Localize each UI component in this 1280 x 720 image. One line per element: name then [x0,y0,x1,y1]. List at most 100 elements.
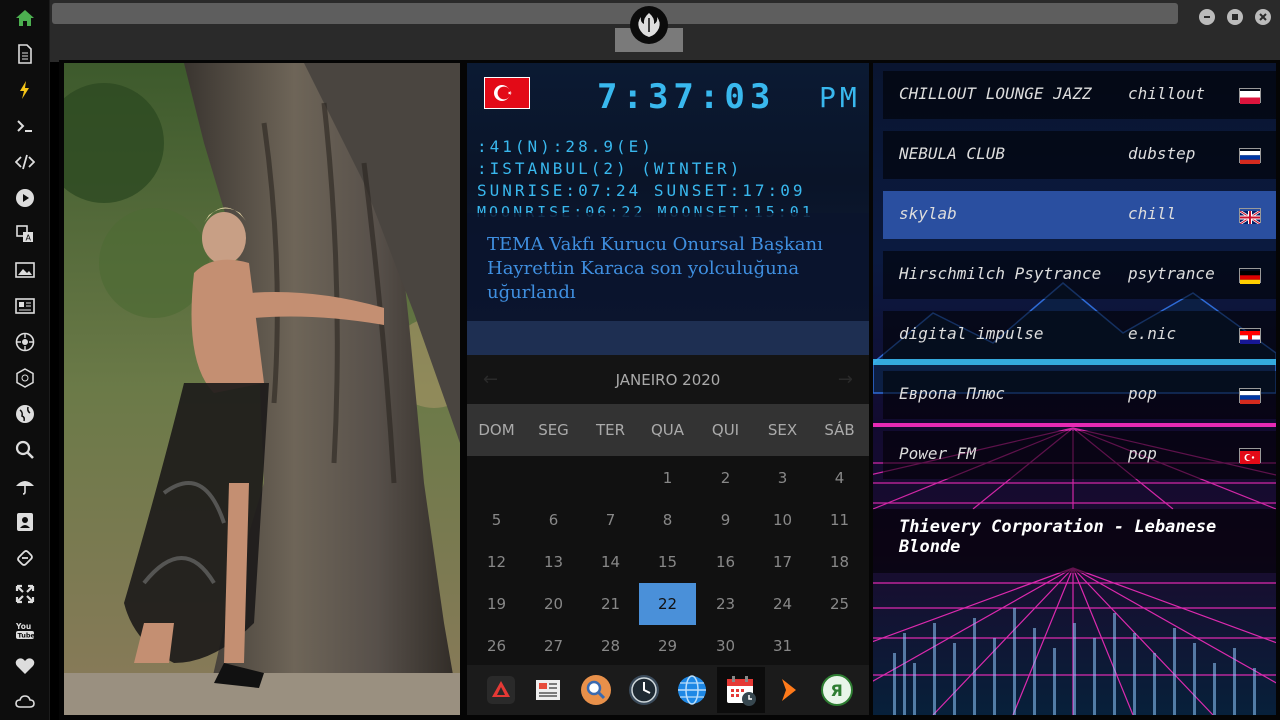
calendar-day[interactable]: 6 [525,499,582,541]
calendar-day[interactable]: 15 [639,541,696,583]
calendar-day[interactable]: 21 [582,583,639,625]
station-genre: e.nic [1128,324,1177,343]
translate-icon[interactable]: A [13,222,37,246]
umbrella-icon[interactable] [13,474,37,498]
clock-location: :ISTANBUL(2) (WINTER) [477,159,743,178]
calendar-day[interactable]: 10 [754,499,811,541]
calendar-day[interactable]: 8 [639,499,696,541]
cloud-icon[interactable] [13,690,37,714]
calendar-day[interactable]: 19 [468,583,525,625]
search-icon[interactable] [13,438,37,462]
station-item[interactable]: skylab chill [883,191,1276,239]
station-name: skylab [899,204,957,223]
browser-globe-icon[interactable] [675,673,709,707]
station-item[interactable]: digital impulse e.nic [883,311,1276,359]
news-headline[interactable]: TEMA Vakfı Kurucu Onursal Başkanı Hayret… [487,233,857,305]
calendar-day[interactable]: 25 [811,583,868,625]
heart-icon[interactable] [13,654,37,678]
weekday-label: QUA [650,421,685,439]
station-genre: psytrance [1128,264,1215,283]
next-month-icon[interactable]: → [838,369,853,390]
station-flag-icon [1239,88,1261,104]
station-item[interactable]: Европа Плюс pop [883,371,1276,419]
calendar-day[interactable]: 5 [468,499,525,541]
weekday-label: SÁB [824,421,855,439]
code-icon[interactable] [13,150,37,174]
calendar-day[interactable]: 17 [754,541,811,583]
document-icon[interactable] [13,42,37,66]
station-name: digital impulse [899,324,1044,343]
station-name: CHILLOUT LOUNGE JAZZ [899,84,1092,103]
calendar-day[interactable]: 1 [639,457,696,499]
youtube-icon[interactable]: You Tube [13,618,37,642]
calendar-day[interactable]: 14 [582,541,639,583]
calendar-day[interactable]: 12 [468,541,525,583]
maximize-button[interactable] [1227,9,1243,25]
calendar-app-icon[interactable] [717,667,765,713]
calendar-day[interactable]: 20 [525,583,582,625]
news-icon[interactable] [13,294,37,318]
globe-icon[interactable] [13,402,37,426]
rebel-icon[interactable] [13,330,37,354]
calendar-day[interactable]: 23 [697,583,754,625]
calendar-day[interactable]: 28 [582,625,639,667]
clock-app-icon[interactable] [627,673,661,707]
calendar-day-today[interactable]: 22 [639,583,696,625]
calendar-day[interactable]: 9 [697,499,754,541]
calendar-day[interactable]: 4 [811,457,868,499]
calendar-day[interactable]: 7 [582,499,639,541]
calendar-day[interactable]: 16 [697,541,754,583]
station-flag-icon [1239,388,1261,404]
minimize-button[interactable] [1199,9,1215,25]
app-dock: Я [467,665,869,715]
station-item[interactable]: Power FM pop [883,431,1276,479]
news-app-icon[interactable] [531,673,565,707]
home-icon[interactable] [13,6,37,30]
station-item[interactable]: NEBULA CLUB dubstep [883,131,1276,179]
station-genre: pop [1128,384,1157,403]
calendar-day[interactable]: 2 [697,457,754,499]
calendar-day[interactable]: 31 [754,625,811,667]
play-icon[interactable] [13,186,37,210]
link-icon[interactable] [13,546,37,570]
anydesk-icon[interactable] [484,673,518,707]
logo-tab[interactable] [615,2,683,52]
station-genre: dubstep [1128,144,1196,163]
yandex-icon[interactable]: Я [820,673,854,707]
expand-icon[interactable] [13,582,37,606]
calendar-day[interactable]: 27 [525,625,582,667]
calendar-day[interactable]: 24 [754,583,811,625]
station-flag-icon [1239,148,1261,164]
calendar-day[interactable]: 11 [811,499,868,541]
clock-widget: 7:37:03 PM :41(N):28.9(E) :ISTANBUL(2) (… [467,63,869,355]
calendar-day[interactable]: 13 [525,541,582,583]
calendar-day[interactable]: 29 [639,625,696,667]
station-genre: chillout [1128,84,1206,103]
station-flag-icon [1239,448,1261,464]
calendar-day [582,457,639,499]
empire-icon[interactable] [13,366,37,390]
calendar-day [525,457,582,499]
svg-text:Tube: Tube [18,632,36,640]
svg-text:A: A [26,234,32,243]
station-item[interactable]: Hirschmilch Psytrance psytrance [883,251,1276,299]
terminal-icon[interactable] [13,114,37,138]
contact-icon[interactable] [13,510,37,534]
prev-month-icon[interactable]: ← [483,369,498,390]
image-icon[interactable] [13,258,37,282]
clock-ampm: PM [819,81,861,114]
calendar-day[interactable]: 3 [754,457,811,499]
search-app-icon[interactable] [579,673,613,707]
news-bar [467,321,869,355]
calendar-day[interactable]: 30 [697,625,754,667]
calendar-day[interactable]: 26 [468,625,525,667]
calendar-day[interactable]: 18 [811,541,868,583]
now-playing: Thievery Corporation - Lebanese Blonde [873,509,1276,573]
close-button[interactable] [1255,9,1271,25]
clock-coordinates: :41(N):28.9(E) [477,137,654,156]
svg-text:You: You [15,622,31,631]
news-ticker[interactable]: TEMA Vakfı Kurucu Onursal Başkanı Hayret… [467,213,869,321]
station-item[interactable]: CHILLOUT LOUNGE JAZZ chillout [883,71,1276,119]
arrow-app-icon[interactable] [772,673,806,707]
lightning-icon[interactable] [13,78,37,102]
